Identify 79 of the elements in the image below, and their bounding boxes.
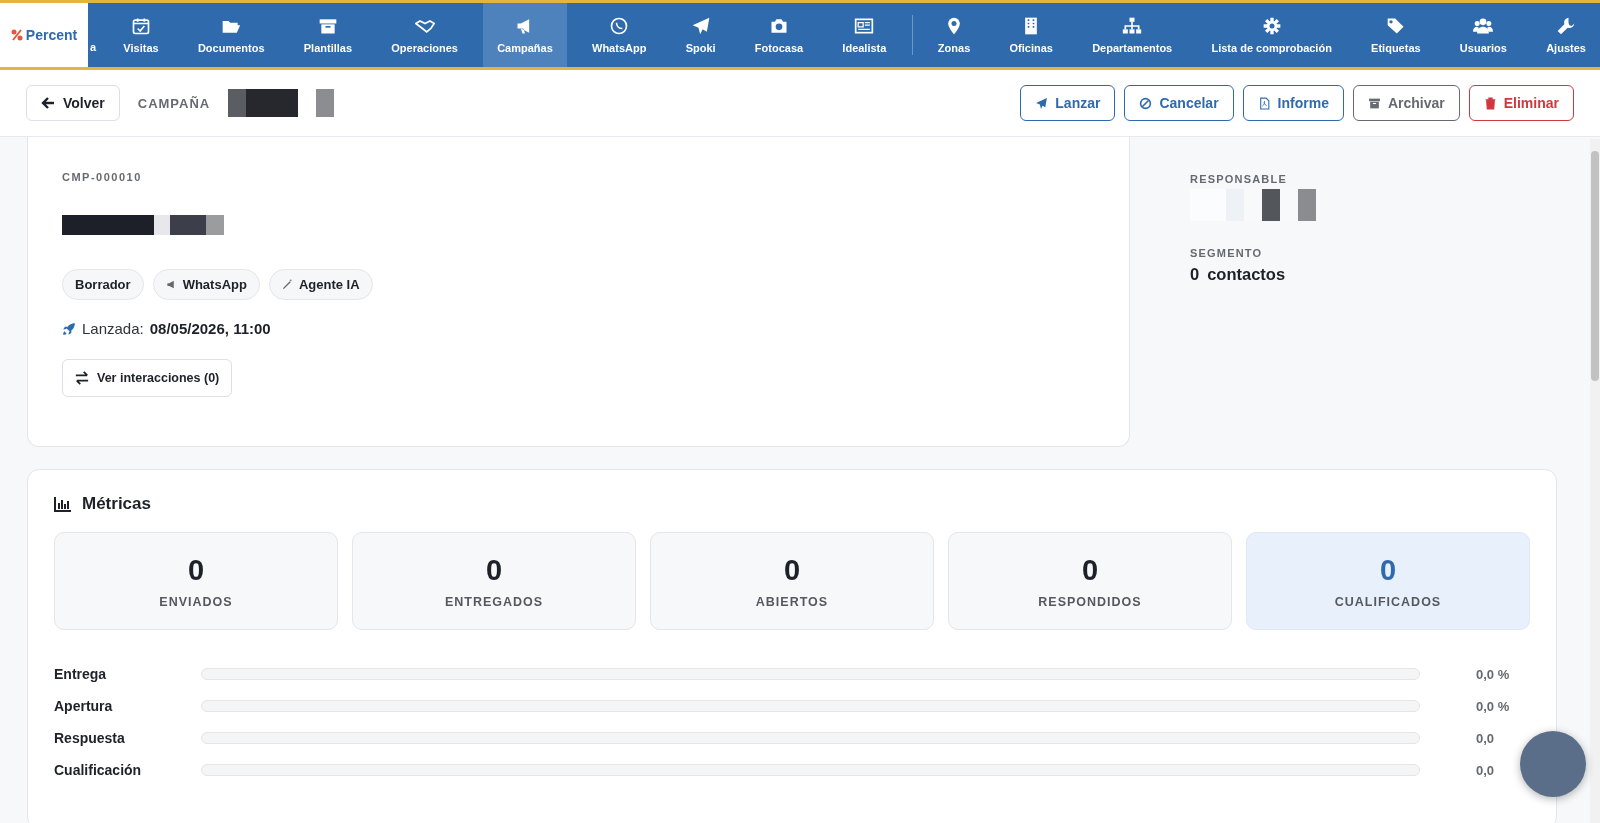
archive-box-icon: [317, 16, 338, 36]
arrow-left-icon: [41, 96, 55, 110]
calendar-check-icon: [131, 16, 151, 36]
newspaper-icon: [854, 16, 875, 36]
nav-item[interactable]: Lista de comprobación: [1197, 3, 1346, 70]
paper-plane-icon: [1035, 96, 1049, 110]
interactions-button[interactable]: Ver interacciones (0): [62, 359, 233, 397]
tag-chip: WhatsApp: [152, 269, 260, 300]
stat-value: 0: [783, 553, 801, 587]
scrollbar[interactable]: [1590, 139, 1600, 823]
segment-label: SEGMENTO: [1190, 247, 1263, 259]
nav-item[interactable]: Usuarios: [1445, 3, 1521, 70]
nav-item[interactable]: Ajustes: [1532, 3, 1600, 70]
archive-box-icon: [1367, 96, 1381, 110]
megaphone-icon: [165, 279, 177, 290]
nav-item[interactable]: Idealista: [828, 3, 901, 70]
exchange-arrows-icon: [75, 371, 89, 385]
tag-icon: [1385, 16, 1406, 36]
nav-item[interactable]: Documentos: [183, 3, 279, 70]
nav-item[interactable]: Departamentos: [1078, 3, 1187, 70]
trash-icon: [1483, 96, 1497, 110]
pdf-file-icon: [1257, 96, 1271, 110]
nav-item[interactable]: a: [88, 3, 99, 70]
whatsapp-icon: [609, 16, 630, 36]
stat-value: 0: [1081, 553, 1099, 587]
report-button[interactable]: Informe: [1242, 85, 1344, 121]
users-icon: [1473, 16, 1494, 36]
assistant-avatar[interactable]: [1520, 731, 1586, 797]
logo-mark-icon: [10, 29, 23, 41]
rate-value: 0,0 %: [1475, 666, 1511, 682]
stat-label: CUALIFICADOS: [1334, 594, 1442, 609]
bar-chart-icon: [54, 496, 72, 512]
segment-unit: contactos: [1207, 265, 1286, 284]
tag-chip: Agente IA: [268, 269, 373, 300]
stat-label: ENVIADOS: [159, 594, 233, 609]
org-chart-icon: [1122, 16, 1143, 36]
magic-wand-icon: [281, 279, 293, 290]
section-label: CAMPAÑA: [137, 95, 211, 111]
rocket-icon: [62, 321, 76, 336]
rate-label: Respuesta: [54, 730, 126, 746]
launch-label: Lanzada:: [82, 320, 144, 337]
rate-value: 0,0: [1475, 730, 1496, 746]
nav-item[interactable]: Visitas: [109, 3, 173, 70]
stat-value: 0: [187, 553, 205, 587]
delete-button[interactable]: Eliminar: [1468, 85, 1574, 121]
wrench-icon: [1556, 16, 1577, 36]
paper-plane-icon: [690, 16, 711, 36]
nav-item[interactable]: Spoki: [671, 3, 730, 70]
nav-item[interactable]: Zonas: [923, 3, 985, 70]
stat-label: ENTREGADOS: [444, 594, 544, 609]
ban-icon: [1139, 96, 1153, 110]
nav-item[interactable]: Plantillas: [289, 3, 367, 70]
archive-button[interactable]: Archivar: [1352, 85, 1460, 121]
rate-label: Cualificación: [54, 762, 143, 778]
metrics-title: Métricas: [82, 494, 151, 514]
stat-value: 0: [485, 553, 503, 587]
logo-text: Percent: [25, 27, 78, 43]
cancel-button[interactable]: Cancelar: [1124, 85, 1234, 121]
segment-count: 0: [1190, 265, 1200, 284]
nav-item[interactable]: Operaciones: [377, 3, 472, 70]
tag-chip: Borrador: [62, 269, 144, 300]
nav-item[interactable]: Campañas: [483, 3, 567, 70]
settings-icon: [1261, 16, 1282, 36]
rate-label: Apertura: [54, 698, 114, 714]
stat-label: ABIERTOS: [755, 594, 829, 609]
owner-label: RESPONSABLE: [1190, 173, 1287, 185]
stat-label: RESPONDIDOS: [1038, 594, 1142, 609]
campaign-code: CMP-000010: [62, 171, 142, 183]
nav-item[interactable]: Oficinas: [995, 3, 1067, 70]
rate-value: 0,0: [1475, 762, 1496, 778]
nav-item[interactable]: WhatsApp: [578, 3, 661, 70]
nav-item[interactable]: Fotocasa: [740, 3, 818, 70]
rate-label: Entrega: [54, 666, 108, 682]
launch-date: 08/05/2026, 11:00: [149, 320, 271, 337]
stat-value: 0: [1379, 553, 1397, 587]
nav-item[interactable]: Etiquetas: [1357, 3, 1435, 70]
launch-button[interactable]: Lanzar: [1020, 85, 1116, 121]
back-button[interactable]: Volver: [26, 85, 120, 121]
rate-value: 0,0 %: [1475, 698, 1511, 714]
